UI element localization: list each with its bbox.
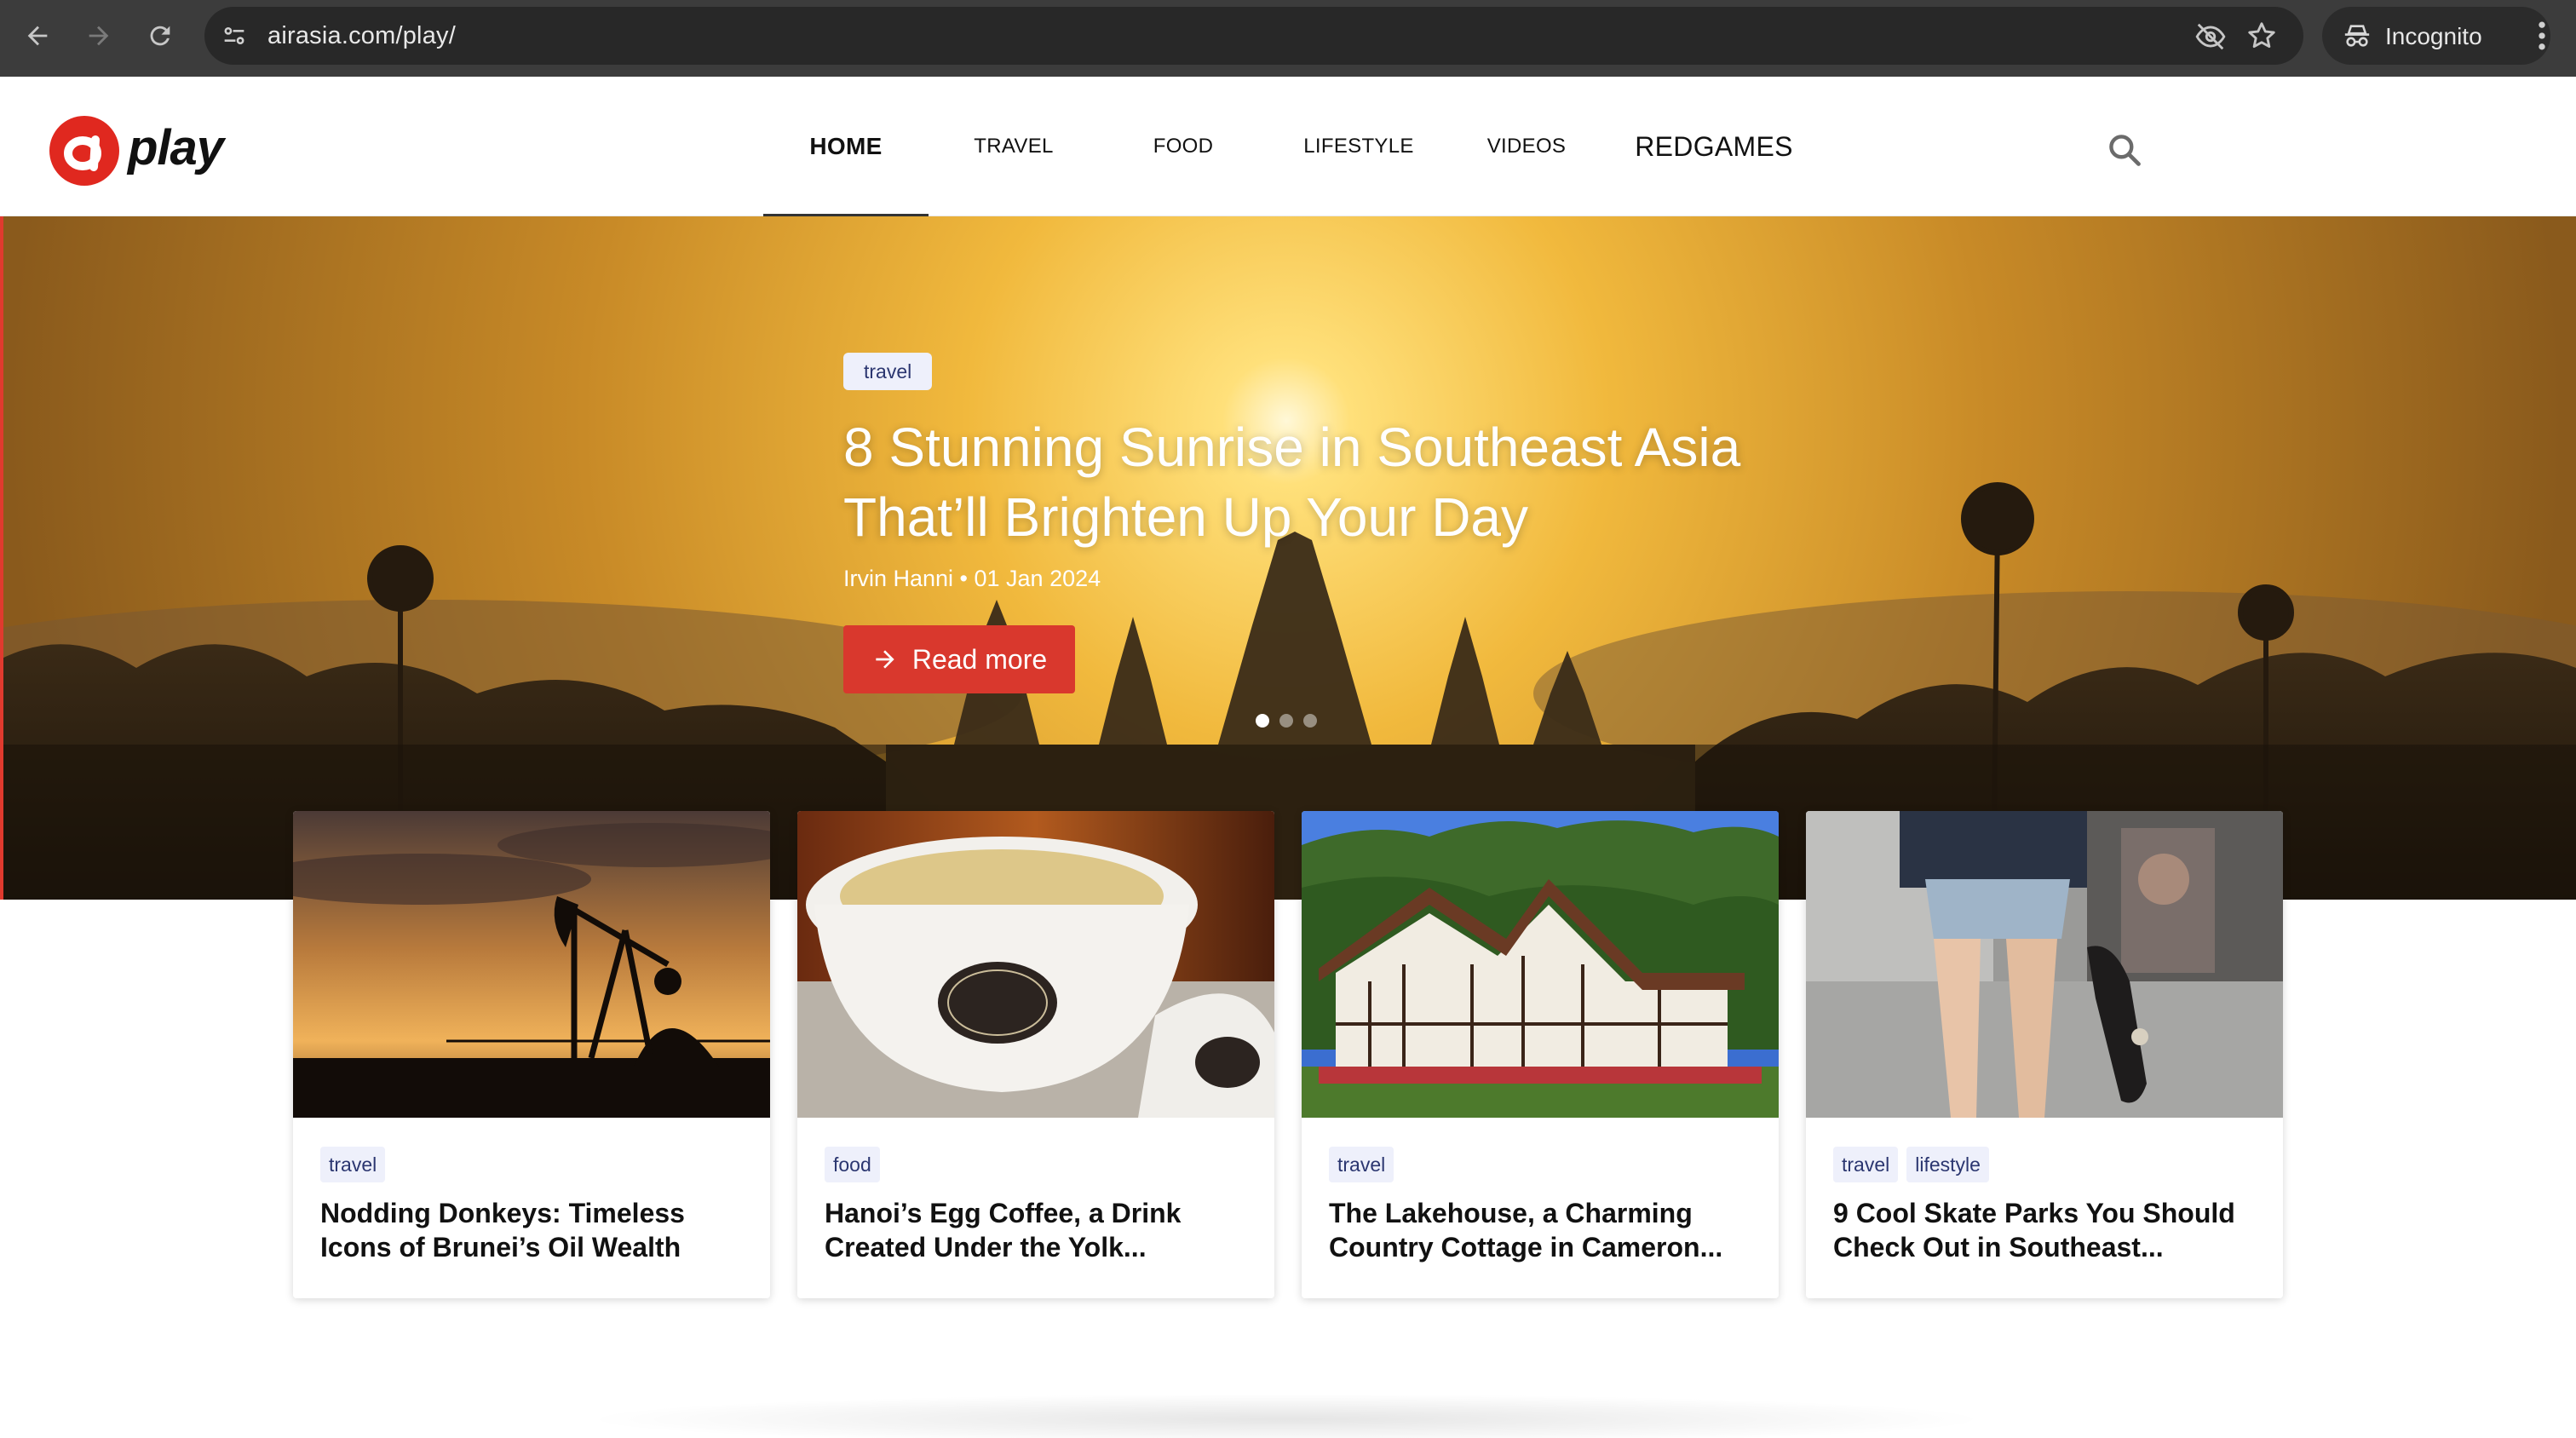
carousel-dot-3[interactable]	[1303, 714, 1317, 728]
nav-home[interactable]: HOME	[763, 77, 929, 216]
article-card[interactable]: travel lifestyle 9 Cool Skate Parks You …	[1806, 811, 2283, 1298]
article-thumbnail[interactable]	[1302, 811, 1779, 1118]
egg-coffee-image	[797, 811, 1274, 1118]
article-tags: travel	[320, 1147, 386, 1182]
article-card[interactable]: travel Nodding Donkeys: Timeless Icons o…	[293, 811, 770, 1298]
site-header: play HOME TRAVEL FOOD LIFESTYLE VIDEOS R…	[0, 77, 2576, 216]
article-tags: travel	[1329, 1147, 1394, 1182]
reload-button[interactable]	[136, 12, 184, 60]
read-more-label: Read more	[911, 643, 1048, 675]
article-thumbnail[interactable]	[1806, 811, 2283, 1118]
reload-icon	[150, 26, 170, 46]
tag-food[interactable]: food	[825, 1147, 880, 1182]
airasia-play-logo[interactable]: play	[48, 114, 235, 187]
lakehouse-cottage-image	[1302, 811, 1779, 1118]
article-title[interactable]: Hanoi’s Egg Coffee, a Drink Created Unde…	[825, 1196, 1259, 1264]
incognito-icon	[2344, 25, 2370, 47]
search-icon[interactable]	[2106, 131, 2143, 169]
article-title[interactable]: The Lakehouse, a Charming Country Cottag…	[1329, 1196, 1763, 1264]
eye-off-icon[interactable]	[2194, 20, 2227, 53]
carousel-dot-1[interactable]	[1256, 714, 1269, 728]
incognito-label: Incognito	[2385, 23, 2482, 49]
site-settings-icon[interactable]	[220, 21, 249, 50]
back-button[interactable]	[14, 12, 61, 60]
article-tags: travel lifestyle	[1833, 1147, 1989, 1182]
article-title[interactable]: 9 Cool Skate Parks You Should Check Out …	[1833, 1196, 2268, 1264]
nav-videos[interactable]: VIDEOS	[1484, 77, 1569, 216]
section-divider-shadow	[579, 1394, 1993, 1438]
logo-wordmark: play	[128, 120, 224, 175]
forward-button[interactable]	[75, 12, 123, 60]
tag-travel[interactable]: travel	[320, 1147, 386, 1182]
hero-carousel[interactable]: travel 8 Stunning Sunrise in Southeast A…	[0, 216, 2576, 900]
hero-title[interactable]: 8 Stunning Sunrise in Southeast Asia Tha…	[843, 412, 1746, 552]
bookmark-star-icon[interactable]	[2245, 20, 2278, 52]
hero-sunrise-image	[0, 216, 2576, 900]
read-more-button[interactable]: Read more	[843, 625, 1075, 693]
article-card[interactable]: food Hanoi’s Egg Coffee, a Drink Created…	[797, 811, 1274, 1298]
article-tags: food	[825, 1147, 880, 1182]
nav-lifestyle[interactable]: LIFESTYLE	[1303, 77, 1414, 216]
arrow-right-icon	[876, 650, 894, 669]
article-card[interactable]: travel The Lakehouse, a Charming Country…	[1302, 811, 1779, 1298]
article-thumbnail[interactable]	[293, 811, 770, 1118]
carousel-indicators	[1256, 714, 1317, 728]
hero-category-tag[interactable]: travel	[843, 353, 933, 390]
hero-byline: Irvin Hanni • 01 Jan 2024	[843, 566, 1101, 591]
browser-toolbar: airasia.com/play/ Incognito	[0, 0, 2576, 77]
address-bar[interactable]: airasia.com/play/	[204, 7, 2303, 65]
nav-travel[interactable]: TRAVEL	[969, 77, 1058, 216]
nav-food[interactable]: FOOD	[1147, 77, 1220, 216]
tag-travel[interactable]: travel	[1329, 1147, 1394, 1182]
article-thumbnail[interactable]	[797, 811, 1274, 1118]
tag-travel[interactable]: travel	[1833, 1147, 1899, 1182]
oil-pump-image	[293, 811, 770, 1118]
nav-redgames[interactable]: REDGAMES	[1635, 77, 1792, 216]
carousel-dot-2[interactable]	[1279, 714, 1293, 728]
incognito-indicator[interactable]: Incognito	[2322, 7, 2550, 65]
arrow-left-icon	[27, 26, 48, 46]
article-title[interactable]: Nodding Donkeys: Timeless Icons of Brune…	[320, 1196, 755, 1264]
hero-accent-line	[0, 216, 3, 900]
tag-lifestyle[interactable]: lifestyle	[1906, 1147, 1989, 1182]
arrow-right-icon	[89, 26, 109, 46]
airasia-logo-icon	[49, 116, 119, 186]
skateboarder-image	[1806, 811, 2283, 1118]
more-menu-icon[interactable]	[2525, 17, 2559, 55]
url-text[interactable]: airasia.com/play/	[267, 22, 456, 50]
featured-articles: travel Nodding Donkeys: Timeless Icons o…	[293, 811, 2283, 1298]
